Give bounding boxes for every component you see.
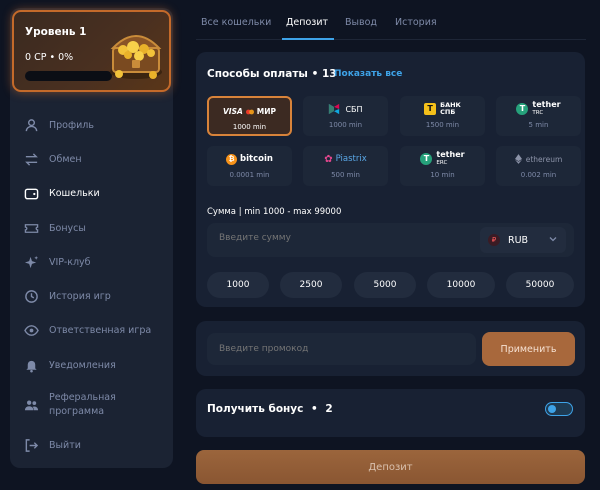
sidebar-item-notifications[interactable]: Уведомления — [10, 348, 173, 382]
amount-range-label: Сумма | min 1000 - max 99000 — [207, 207, 342, 217]
quick-amount-chip[interactable]: 50000 — [506, 272, 574, 298]
bell-icon — [22, 356, 40, 374]
method-card-bitcoin[interactable]: ₿ bitcoin 0.0001 min — [207, 146, 292, 186]
sidebar-item-label: VIP-клуб — [49, 256, 91, 268]
quick-amount-chip[interactable]: 5000 — [354, 272, 416, 298]
sidebar-item-label: Профиль — [49, 119, 94, 131]
sidebar-item-label: Бонусы — [49, 222, 86, 234]
currency-select[interactable]: ₽ RUB — [480, 227, 566, 253]
sidebar-item-label: Реферальная программа — [49, 392, 116, 418]
sidebar-nav: Профиль Обмен Кошельки Бонусы VIP-клуб И… — [10, 108, 173, 463]
sidebar: Уровень 1 0 СР • 0% Профиль Обмен Кошель… — [10, 8, 173, 468]
method-min: 1000 min — [232, 123, 267, 131]
history-icon — [22, 288, 40, 306]
level-title: Уровень 1 — [25, 26, 87, 38]
sidebar-item-label: История игр — [49, 291, 111, 303]
exchange-icon — [22, 150, 40, 168]
sidebar-item-logout[interactable]: Выйти — [10, 428, 173, 462]
bonus-toggle[interactable] — [545, 402, 573, 416]
tether-erc-logo-icon: T tether ERC — [400, 151, 485, 166]
method-min: 0.0001 min — [229, 171, 270, 179]
quick-amount-chip[interactable]: 1000 — [207, 272, 269, 298]
sidebar-item-label: Кошельки — [49, 188, 100, 200]
tab-history[interactable]: История — [395, 17, 437, 28]
people-icon — [22, 396, 40, 414]
active-tab-indicator — [282, 38, 334, 40]
payment-methods-count: • 13 — [311, 68, 337, 80]
ticket-icon — [22, 219, 40, 237]
visa-mir-logo-icon: VISA МИР — [222, 106, 277, 116]
piastrix-logo-icon: ✿ Piastrix — [324, 153, 367, 165]
apply-promo-button[interactable]: Применить — [482, 332, 575, 366]
bonus-count: 2 — [325, 403, 333, 415]
promo-code-input[interactable] — [207, 333, 476, 365]
tab-deposit[interactable]: Депозит — [286, 17, 328, 28]
method-min: 0.002 min — [520, 171, 557, 179]
method-card-visa-mir[interactable]: VISA МИР 1000 min — [207, 96, 292, 136]
sparkle-icon — [22, 253, 40, 271]
eye-icon — [22, 322, 40, 340]
method-min: 5 min — [528, 121, 549, 129]
payment-methods-panel: Способы оплаты • 13 Показать все VISA МИ… — [196, 52, 585, 307]
bonus-separator: • — [311, 403, 318, 415]
method-min: 1500 min — [425, 121, 460, 129]
sidebar-item-label: Уведомления — [49, 359, 116, 371]
method-min: 10 min — [430, 171, 455, 179]
promo-panel: Применить — [196, 321, 585, 376]
bonus-panel: Получить бонус • 2 — [196, 389, 585, 437]
sidebar-item-bonuses[interactable]: Бонусы — [10, 211, 173, 245]
method-card-tether-trc[interactable]: T tether TRC 5 min — [496, 96, 581, 136]
sidebar-item-label: Обмен — [49, 153, 82, 165]
method-card-tether-erc[interactable]: T tether ERC 10 min — [400, 146, 485, 186]
currency-value: RUB — [508, 234, 529, 246]
sbp-logo-icon: СБП — [303, 102, 388, 116]
treasure-chest-icon — [110, 35, 162, 79]
quick-amount-chip[interactable]: 10000 — [427, 272, 495, 298]
ruble-icon: ₽ — [488, 234, 500, 246]
sidebar-item-profile[interactable]: Профиль — [10, 108, 173, 142]
method-card-sbp[interactable]: СБП 1000 min — [303, 96, 388, 136]
payment-methods-title: Способы оплаты • 13 — [207, 68, 337, 80]
method-card-ethereum[interactable]: ethereum 0.002 min — [496, 146, 581, 186]
method-card-piastrix[interactable]: ✿ Piastrix 500 min — [303, 146, 388, 186]
user-icon — [22, 116, 40, 134]
sidebar-item-wallets[interactable]: Кошельки — [10, 177, 173, 211]
logout-icon — [22, 437, 40, 455]
bonus-label: Получить бонус • 2 — [207, 403, 333, 415]
amount-field: ₽ RUB — [207, 223, 574, 257]
tab-all-wallets[interactable]: Все кошельки — [201, 17, 271, 28]
toggle-knob — [548, 404, 556, 413]
wallet-tabs: Все кошельки Депозит Вывод История — [196, 10, 586, 40]
sidebar-item-vip-club[interactable]: VIP-клуб — [10, 245, 173, 279]
bonus-label-text: Получить бонус — [207, 403, 304, 415]
bank-spb-logo-icon: Т БАНК СПБ — [400, 102, 485, 116]
sidebar-item-exchange[interactable]: Обмен — [10, 142, 173, 176]
tether-trc-logo-icon: T tether TRC — [496, 101, 581, 116]
show-all-link[interactable]: Показать все — [334, 69, 402, 79]
tabs-divider — [196, 39, 586, 40]
payment-methods-title-text: Способы оплаты — [207, 68, 308, 80]
sidebar-item-label: Выйти — [49, 440, 81, 452]
sidebar-item-responsible-gaming[interactable]: Ответственная игра — [10, 314, 173, 348]
bitcoin-logo-icon: ₿ bitcoin — [207, 152, 292, 166]
level-card[interactable]: Уровень 1 0 СР • 0% — [12, 10, 171, 92]
tab-withdraw[interactable]: Вывод — [345, 17, 377, 28]
method-card-bank-spb[interactable]: Т БАНК СПБ 1500 min — [400, 96, 485, 136]
sidebar-item-game-history[interactable]: История игр — [10, 279, 173, 313]
wallet-icon — [22, 185, 40, 203]
ethereum-logo-icon: ethereum — [496, 152, 581, 166]
method-min: 1000 min — [328, 121, 363, 129]
amount-input[interactable] — [219, 233, 459, 243]
sidebar-item-referral[interactable]: Реферальная программа — [10, 382, 173, 428]
sidebar-item-label: Ответственная игра — [49, 325, 152, 337]
level-progress-bar — [25, 71, 112, 81]
method-min: 500 min — [331, 171, 360, 179]
level-stats: 0 СР • 0% — [25, 52, 74, 63]
chevron-down-icon — [549, 237, 557, 242]
quick-amount-chip[interactable]: 2500 — [280, 272, 342, 298]
deposit-button[interactable]: Депозит — [196, 450, 585, 484]
